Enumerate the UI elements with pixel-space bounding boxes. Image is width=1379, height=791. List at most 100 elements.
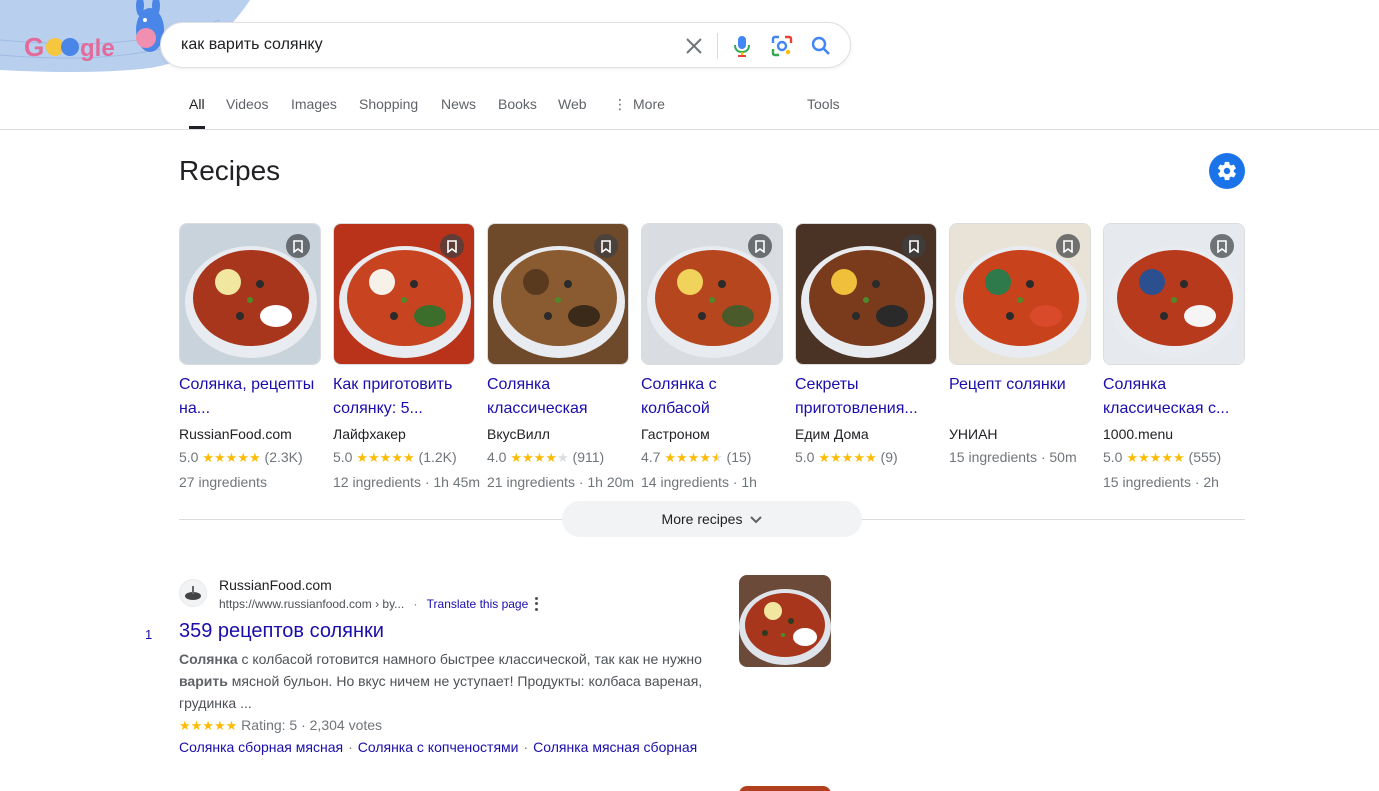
rating-value: 5.0 <box>333 449 353 465</box>
sitelink[interactable]: Солянка с копченостями <box>358 739 519 755</box>
search-box[interactable]: как варить солянку <box>160 22 851 68</box>
tab-web[interactable]: Web <box>558 96 587 129</box>
svg-text:gle: gle <box>80 35 115 62</box>
recipe-card[interactable]: Как приготовить солянку: 5... Лайфхакер 5.… <box>333 223 481 494</box>
search-divider <box>717 33 718 59</box>
recipe-meta: 12 ingredients · 1h 45m <box>333 474 481 490</box>
recipe-source: УНИАН <box>949 426 998 442</box>
recipe-title[interactable]: Солянка классическая с... <box>1103 373 1245 421</box>
snippet-text: с колбасой готовится намного быстрее кла… <box>237 651 702 667</box>
rating-value: 5.0 <box>795 449 815 465</box>
recipe-image[interactable] <box>179 223 321 365</box>
tab-label: Videos <box>226 96 269 112</box>
recipe-card[interactable]: Рецепт солянки УНИАН 15 ingredients · 50m <box>949 223 1091 469</box>
bookmark-icon[interactable] <box>286 234 310 258</box>
bookmark-icon[interactable] <box>594 234 618 258</box>
snippet-text: мясной бульон. Но вкус ничем не уступает… <box>179 673 703 711</box>
recipe-image[interactable] <box>1103 223 1245 365</box>
tab-books[interactable]: Books <box>498 96 537 129</box>
result-snippet: Солянка с колбасой готовится намного быс… <box>179 648 709 714</box>
search-input[interactable]: как варить солянку <box>181 23 323 67</box>
snippet-bold: Солянка <box>179 651 238 667</box>
rating-value: 5.0 <box>179 449 199 465</box>
recipe-title[interactable]: Рецепт солянки <box>949 373 1091 421</box>
bookmark-icon[interactable] <box>440 234 464 258</box>
bookmark-icon[interactable] <box>1056 234 1080 258</box>
site-name[interactable]: RussianFood.com <box>219 577 332 593</box>
bookmark-icon[interactable] <box>902 234 926 258</box>
tab-label: Images <box>291 96 337 112</box>
recipe-title[interactable]: Как приготовить солянку: 5... <box>333 373 475 421</box>
recipe-title[interactable]: Солянка с колбасой <box>641 373 783 421</box>
camera-lens-icon[interactable] <box>770 34 794 58</box>
recipe-rating: 4.7 ★★★★★ (15) <box>641 445 783 470</box>
rating-text: Rating: 5 · 2,304 votes <box>241 717 383 733</box>
recipe-card[interactable]: Солянка, рецепты на... RussianFood.com 5.0… <box>179 223 321 494</box>
site-url[interactable]: https://www.russianfood.com › by... · Tr… <box>219 597 528 611</box>
rating-count: (9) <box>880 449 898 465</box>
more-recipes-button[interactable]: More recipes <box>562 501 862 537</box>
sitelinks: Солянка сборная мясная · Солянка с копчено… <box>179 739 698 755</box>
next-result-thumbnail[interactable] <box>739 786 831 791</box>
gear-icon[interactable] <box>1209 153 1245 189</box>
recipe-card[interactable]: Солянка классическая ВкусВилл 4.0 ★★★★★ (9… <box>487 223 635 494</box>
recipe-image[interactable] <box>641 223 783 365</box>
rating-count: (555) <box>1188 449 1222 465</box>
recipe-source: Лайфхакер <box>333 426 406 442</box>
recipe-image[interactable] <box>795 223 937 365</box>
tab-images[interactable]: Images <box>291 96 337 129</box>
recipe-meta: 15 ingredients · 2h <box>1103 474 1219 490</box>
more-options-icon[interactable] <box>530 596 542 612</box>
translate-link[interactable]: Translate this page <box>427 597 529 611</box>
tab-more[interactable]: ⋮ More <box>613 96 665 129</box>
sitelink[interactable]: Солянка мясная сборная <box>533 739 697 755</box>
rating-value: 5.0 <box>1103 449 1123 465</box>
recipe-card[interactable]: Солянка с колбасой Гастроном 4.7 ★★★★★ (15… <box>641 223 783 494</box>
bookmark-icon[interactable] <box>748 234 772 258</box>
tab-label: Shopping <box>359 96 419 112</box>
microphone-icon[interactable] <box>730 34 754 58</box>
header-divider <box>0 129 1379 130</box>
recipe-title[interactable]: Солянка, рецепты на... <box>179 373 321 421</box>
sitelink[interactable]: Солянка сборная мясная <box>179 739 343 755</box>
more-vert-icon: ⋮ <box>613 96 627 112</box>
recipe-title[interactable]: Секреты приготовления... <box>795 373 937 421</box>
recipe-card[interactable]: Солянка классическая с... 1000.menu 5.0 ★★… <box>1103 223 1245 494</box>
recipe-meta: 21 ingredients · 1h 20m <box>487 474 635 490</box>
recipes-heading: Recipes <box>179 155 281 186</box>
recipe-image[interactable] <box>487 223 629 365</box>
result-thumbnail[interactable] <box>739 575 831 667</box>
rating-count: (15) <box>726 449 752 465</box>
recipe-source: 1000.menu <box>1103 426 1174 442</box>
star-rating-icon: ★★★★★ <box>818 450 877 465</box>
recipe-meta: 27 ingredients <box>179 474 267 490</box>
star-rating-icon: ★★★★★ <box>202 450 261 465</box>
recipe-title[interactable]: Солянка классическая <box>487 373 629 421</box>
tab-label: More <box>633 96 665 112</box>
search-icon[interactable] <box>809 34 833 58</box>
tools-button[interactable]: Tools <box>807 96 840 129</box>
tab-label: Tools <box>807 96 840 112</box>
star-rating-icon: ★★★★★ <box>664 450 723 465</box>
rating-value: 4.7 <box>641 449 661 465</box>
recipe-image[interactable] <box>949 223 1091 365</box>
tab-all[interactable]: All <box>189 96 205 129</box>
tab-news[interactable]: News <box>441 96 476 129</box>
result-title[interactable]: 359 рецептов солянки <box>179 620 384 643</box>
close-icon[interactable] <box>682 34 706 58</box>
recipe-rating: 5.0 ★★★★★ (9) <box>795 445 937 470</box>
recipe-source: ВкусВилл <box>487 426 550 442</box>
site-favicon <box>179 579 207 607</box>
result-rating: ★★★★★ Rating: 5 · 2,304 votes <box>179 714 382 737</box>
bookmark-icon[interactable] <box>1210 234 1234 258</box>
tab-label: Books <box>498 96 537 112</box>
recipe-rating: 4.0 ★★★★★ (911) <box>487 445 629 470</box>
star-rating-icon: ★★★★★ <box>356 450 415 465</box>
recipe-card[interactable]: Секреты приготовления... Едим Дома 5.0 ★★★… <box>795 223 937 470</box>
tab-videos[interactable]: Videos <box>226 96 269 129</box>
recipe-image[interactable] <box>333 223 475 365</box>
snippet-bold: варить <box>179 673 228 689</box>
tab-label: Web <box>558 96 587 112</box>
recipe-rating: 5.0 ★★★★★ (1.2K) <box>333 445 475 470</box>
tab-shopping[interactable]: Shopping <box>359 96 418 129</box>
